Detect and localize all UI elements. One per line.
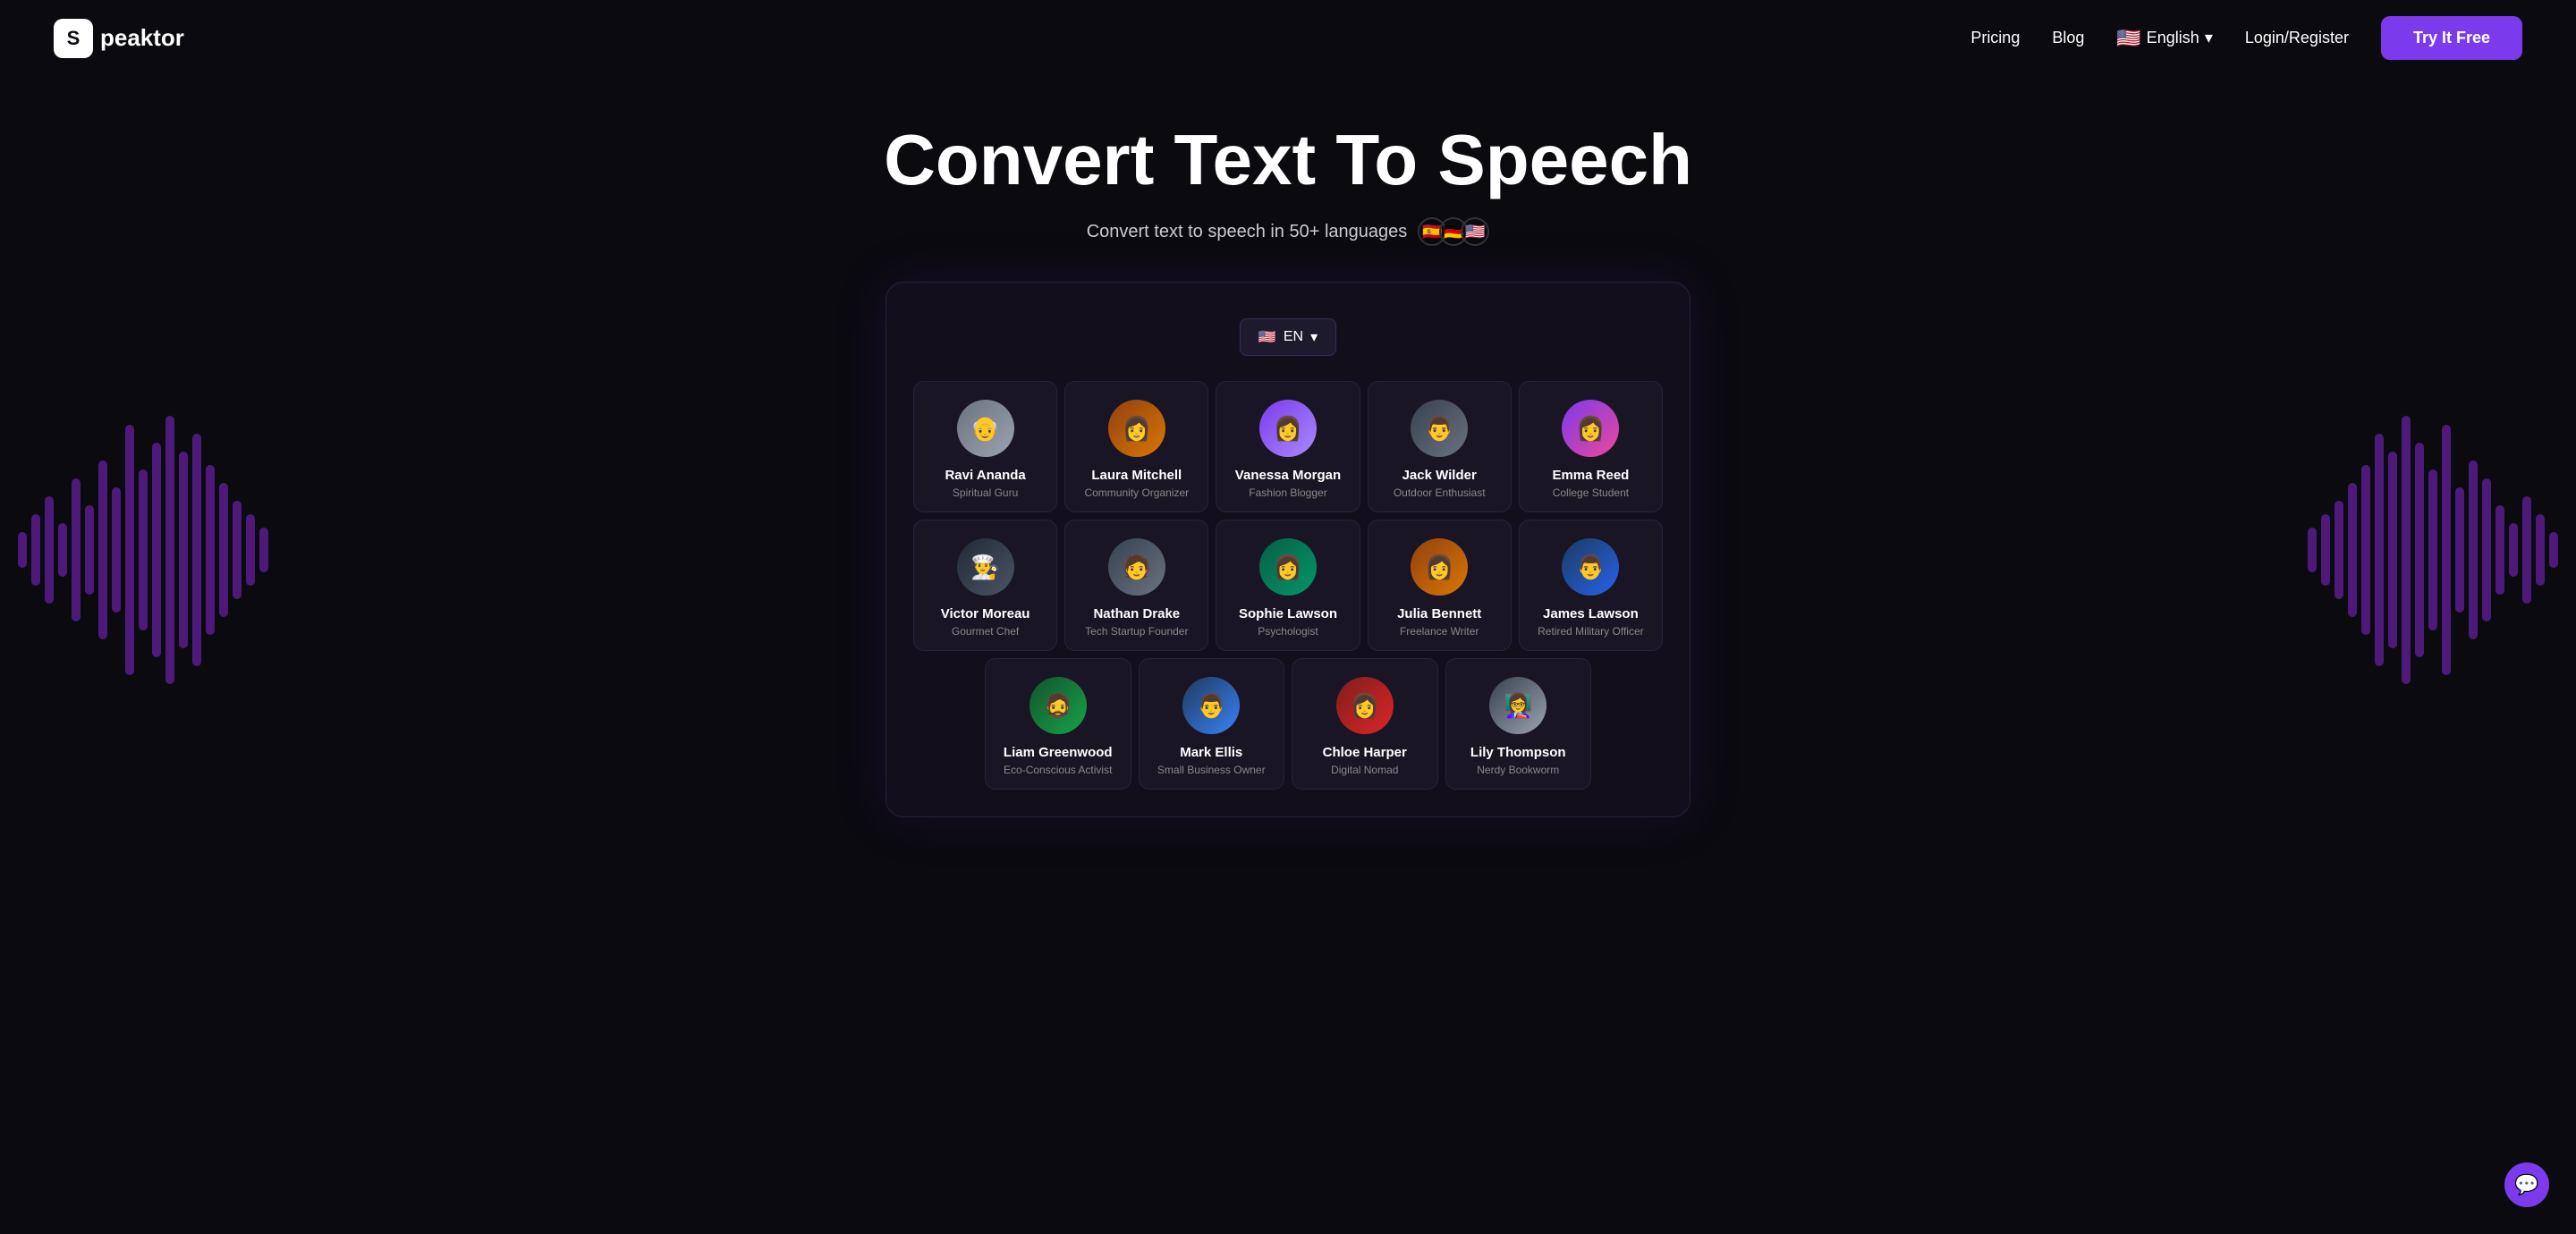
voice-name: Laura Mitchell (1091, 468, 1182, 483)
voice-avatar: 👨 (1182, 677, 1240, 734)
voice-name: Julia Bennett (1397, 606, 1481, 621)
voice-avatar: 👨 (1411, 400, 1468, 457)
voice-role: Gourmet Chef (952, 625, 1019, 638)
app-lang-label: EN (1284, 329, 1303, 345)
voice-card-sophie-lawson[interactable]: 👩 Sophie Lawson Psychologist (1216, 520, 1360, 651)
voice-card-nathan-drake[interactable]: 🧑 Nathan Drake Tech Startup Founder (1064, 520, 1208, 651)
voice-role: Community Organizer (1084, 486, 1189, 499)
voice-role: Digital Nomad (1331, 764, 1398, 776)
voice-avatar: 👩‍🏫 (1489, 677, 1546, 734)
voice-card-emma-reed[interactable]: 👩 Emma Reed College Student (1519, 381, 1663, 512)
hero-subtitle-text: Convert text to speech in 50+ languages (1087, 222, 1408, 242)
voice-avatar: 👩 (1259, 538, 1317, 596)
voice-grid-row2: 👨‍🍳 Victor Moreau Gourmet Chef 🧑 Nathan … (913, 520, 1663, 651)
navbar: S peaktor Pricing Blog 🇺🇸 English ▾ Logi… (0, 0, 2576, 76)
voice-avatar: 🧔 (1030, 677, 1087, 734)
logo[interactable]: S peaktor (54, 19, 184, 58)
voice-card-lily-thompson[interactable]: 👩‍🏫 Lily Thompson Nerdy Bookworm (1445, 658, 1592, 790)
nav-pricing[interactable]: Pricing (1970, 29, 2020, 47)
voice-name: Chloe Harper (1323, 745, 1407, 760)
wave-bars-right (2308, 393, 2558, 706)
voice-card-julia-bennett[interactable]: 👩 Julia Bennett Freelance Writer (1368, 520, 1512, 651)
voice-role: Nerdy Bookworm (1477, 764, 1559, 776)
wave-bars-left (18, 393, 268, 706)
language-selector[interactable]: 🇺🇸 English ▾ (2116, 27, 2213, 50)
voice-card-vanessa-morgan[interactable]: 👩 Vanessa Morgan Fashion Blogger (1216, 381, 1360, 512)
voice-avatar: 👩 (1562, 400, 1619, 457)
voice-card-laura-mitchell[interactable]: 👩 Laura Mitchell Community Organizer (1064, 381, 1208, 512)
chevron-down-icon: ▾ (2205, 29, 2213, 47)
nav-links: Pricing Blog 🇺🇸 English ▾ Login/Register… (1970, 16, 2522, 60)
voice-avatar: 👩 (1411, 538, 1468, 596)
voice-avatar: 👨‍🍳 (957, 538, 1014, 596)
voice-grid-row1: 👴 Ravi Ananda Spiritual Guru 👩 Laura Mit… (913, 381, 1663, 512)
voice-card-liam-greenwood[interactable]: 🧔 Liam Greenwood Eco-Conscious Activist (985, 658, 1131, 790)
app-card: 🇺🇸 EN ▾ 👴 Ravi Ananda Spiritual Guru 👩 L… (886, 282, 1690, 817)
nav-blog[interactable]: Blog (2052, 29, 2084, 47)
hero-title: Convert Text To Speech (18, 121, 2558, 199)
voice-avatar: 👩 (1108, 400, 1165, 457)
voice-card-james-lawson[interactable]: 👨 James Lawson Retired Military Officer (1519, 520, 1663, 651)
voice-role: College Student (1553, 486, 1629, 499)
hero-section: Convert Text To Speech Convert text to s… (0, 76, 2576, 264)
try-free-button[interactable]: Try It Free (2381, 16, 2522, 60)
logo-box: S (54, 19, 93, 58)
voice-role: Small Business Owner (1157, 764, 1266, 776)
app-lang-selector-button[interactable]: 🇺🇸 EN ▾ (1240, 318, 1336, 356)
voice-avatar: 👴 (957, 400, 1014, 457)
voice-role: Retired Military Officer (1538, 625, 1643, 638)
voice-role: Eco-Conscious Activist (1004, 764, 1112, 776)
voice-name: Vanessa Morgan (1235, 468, 1341, 483)
flag-stack: 🇪🇸 🇩🇪 🇺🇸 (1418, 217, 1489, 246)
voice-name: Lily Thompson (1470, 745, 1566, 760)
voice-name: Victor Moreau (941, 606, 1030, 621)
app-chevron-icon: ▾ (1310, 328, 1318, 346)
lang-selector: 🇺🇸 EN ▾ (913, 318, 1663, 356)
voice-card-mark-ellis[interactable]: 👨 Mark Ellis Small Business Owner (1139, 658, 1285, 790)
logo-text: peaktor (100, 24, 184, 52)
app-flag-icon: 🇺🇸 (1258, 328, 1276, 346)
voice-name: Ravi Ananda (945, 468, 1025, 483)
language-label: English (2147, 29, 2199, 47)
voice-role: Tech Startup Founder (1085, 625, 1188, 638)
voice-card-chloe-harper[interactable]: 👩 Chloe Harper Digital Nomad (1292, 658, 1438, 790)
hero-subtitle-row: Convert text to speech in 50+ languages … (18, 217, 2558, 246)
voice-card-victor-moreau[interactable]: 👨‍🍳 Victor Moreau Gourmet Chef (913, 520, 1057, 651)
voice-name: Sophie Lawson (1239, 606, 1337, 621)
nav-login[interactable]: Login/Register (2245, 29, 2349, 47)
flag-icon: 🇺🇸 (2116, 27, 2140, 50)
voice-name: Jack Wilder (1402, 468, 1477, 483)
voice-role: Fashion Blogger (1249, 486, 1326, 499)
voice-name: Emma Reed (1552, 468, 1629, 483)
voice-card-ravi-ananda[interactable]: 👴 Ravi Ananda Spiritual Guru (913, 381, 1057, 512)
voice-role: Outdoor Enthusiast (1394, 486, 1486, 499)
voice-role: Spiritual Guru (953, 486, 1018, 499)
voice-name: James Lawson (1543, 606, 1639, 621)
chat-bubble[interactable]: 💬 (2504, 1162, 2549, 1207)
waveform-section: 🇺🇸 EN ▾ 👴 Ravi Ananda Spiritual Guru 👩 L… (0, 282, 2576, 817)
voice-name: Mark Ellis (1180, 745, 1242, 760)
voice-avatar: 👨 (1562, 538, 1619, 596)
voice-avatar: 👩 (1259, 400, 1317, 457)
voice-grid-row3: 🧔 Liam Greenwood Eco-Conscious Activist … (913, 658, 1663, 790)
voice-avatar: 🧑 (1108, 538, 1165, 596)
flag-us: 🇺🇸 (1461, 217, 1489, 246)
voice-name: Liam Greenwood (1004, 745, 1113, 760)
voice-card-jack-wilder[interactable]: 👨 Jack Wilder Outdoor Enthusiast (1368, 381, 1512, 512)
voice-role: Psychologist (1258, 625, 1318, 638)
chat-icon: 💬 (2514, 1173, 2538, 1196)
voice-avatar: 👩 (1336, 677, 1394, 734)
voice-name: Nathan Drake (1093, 606, 1180, 621)
voice-role: Freelance Writer (1400, 625, 1479, 638)
